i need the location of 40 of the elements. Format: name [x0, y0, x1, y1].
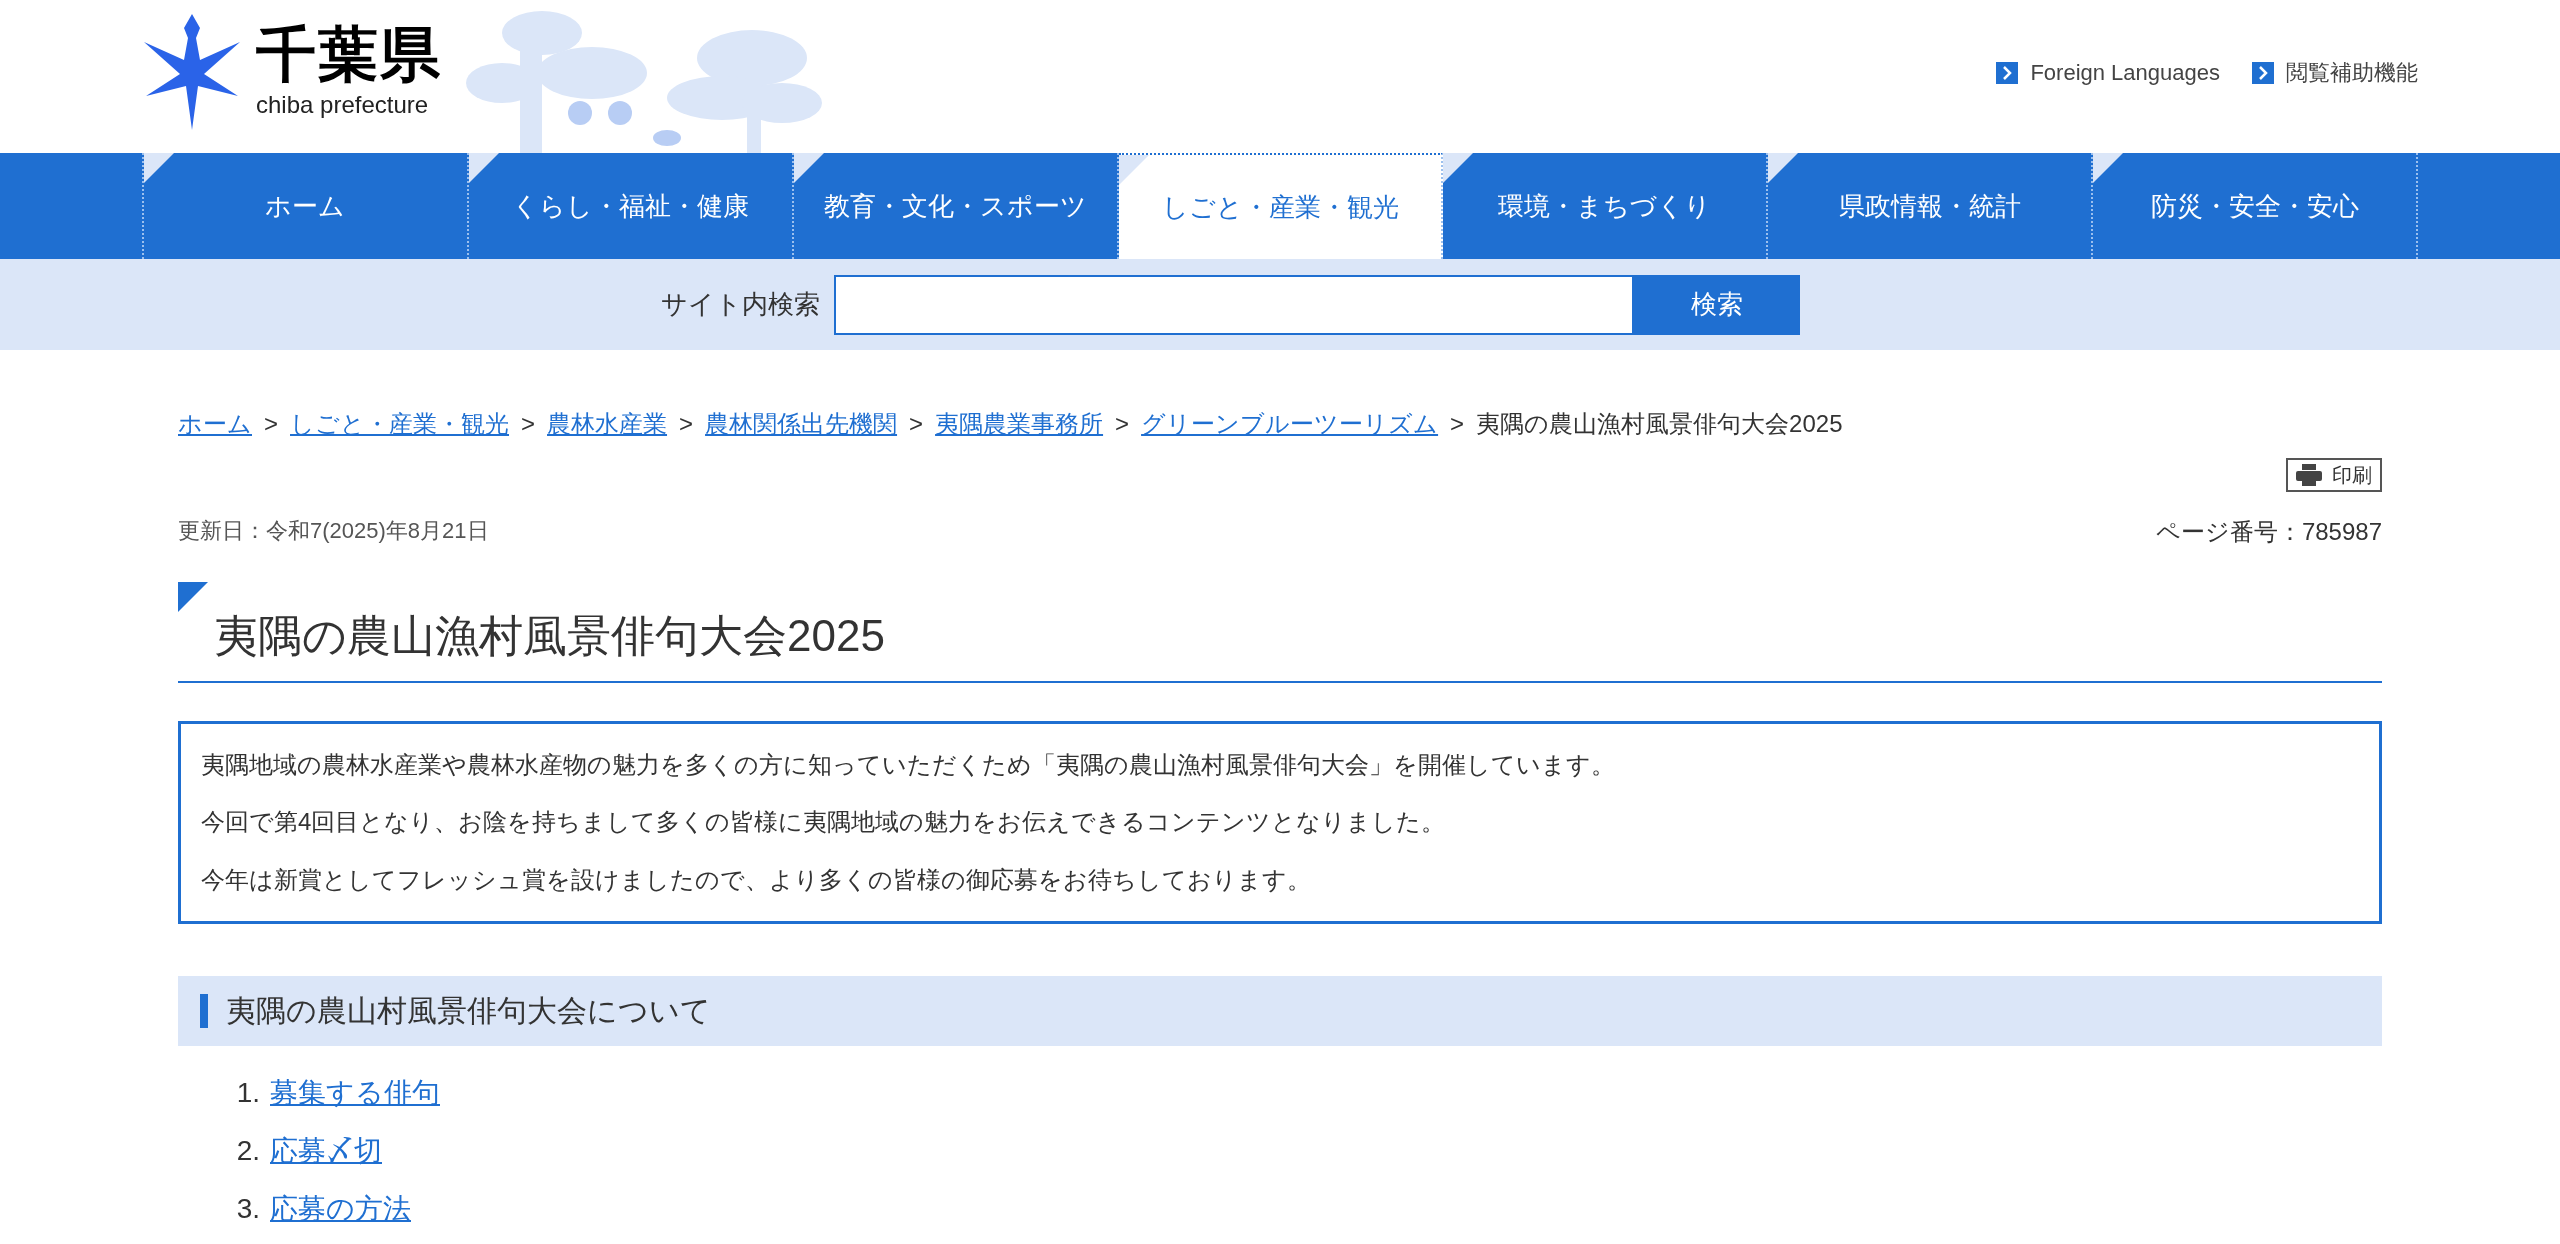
breadcrumb-separator: > — [679, 409, 694, 439]
heading-corner-icon — [178, 582, 208, 612]
intro-paragraph: 今年は新賞としてフレッシュ賞を設けましたので、より多くの皆様の御応募をお待ちしております。 — [201, 865, 1312, 895]
chevron-icon — [2252, 61, 2274, 84]
heading-marker-icon — [200, 993, 208, 1028]
search-button[interactable]: 検索 — [1633, 274, 1800, 335]
logo-title: 千葉県 — [256, 25, 442, 86]
section-link[interactable]: 応募〆切 — [270, 1129, 382, 1172]
breadcrumb-link[interactable]: 農林水産業 — [547, 406, 668, 442]
breadcrumb-link[interactable]: グリーンブルーツーリズム — [1141, 406, 1439, 442]
list-number: 3. — [235, 1191, 260, 1226]
breadcrumb-separator: > — [1450, 409, 1465, 439]
printer-icon — [2296, 464, 2322, 486]
breadcrumb-link[interactable]: 夷隅農業事務所 — [935, 406, 1104, 442]
section-heading: 夷隅の農山村風景俳句大会について — [226, 993, 711, 1030]
list-number: 2. — [235, 1133, 260, 1168]
breadcrumb-separator: > — [264, 409, 278, 439]
breadcrumb-link[interactable]: ホーム — [178, 406, 252, 442]
list-number: 1. — [235, 1075, 260, 1110]
intro-paragraph: 今回で第4回目となり、お陰を持ちまして多くの皆様に夷隅地域の魅力をお伝えできるコンテンツとなりました。 — [201, 807, 1447, 838]
page-number: ページ番号：785987 — [2155, 517, 2382, 547]
breadcrumb-current: 夷隅の農山漁村風景俳句大会2025 — [1476, 409, 1843, 439]
section-link[interactable]: 募集する俳句 — [270, 1071, 440, 1114]
breadcrumb-separator: > — [1115, 409, 1130, 439]
print-button[interactable]: 印刷 — [2286, 458, 2382, 492]
breadcrumb-link[interactable]: しごと・産業・観光 — [290, 406, 509, 442]
breadcrumb-link[interactable]: 農林関係出先機関 — [705, 406, 898, 442]
intro-paragraph: 夷隅地域の農林水産業や農林水産物の魅力を多くの方に知っていただくため「夷隅の農山漁村風景俳句大会」を開催しています。 — [201, 749, 1616, 780]
search-field[interactable] — [833, 274, 1634, 335]
breadcrumb-separator: > — [521, 409, 536, 439]
breadcrumb-separator: > — [909, 409, 924, 439]
header-link[interactable]: 閲覧補助機能 — [2252, 56, 2418, 89]
header-link[interactable]: Foreign Languages — [1996, 56, 2220, 89]
chevron-icon — [1996, 61, 2019, 84]
nav-tab[interactable]: しごと・産業・観光 — [1118, 153, 1444, 259]
section-link[interactable]: 応募の方法 — [270, 1187, 411, 1230]
page-title: 夷隅の農山漁村風景俳句大会2025 — [214, 610, 885, 662]
search-label: サイト内検索 — [660, 288, 820, 321]
logo-subtitle: chiba prefecture — [256, 91, 430, 120]
updated-date: 更新日：令和7(2025)年8月21日 — [178, 517, 489, 545]
